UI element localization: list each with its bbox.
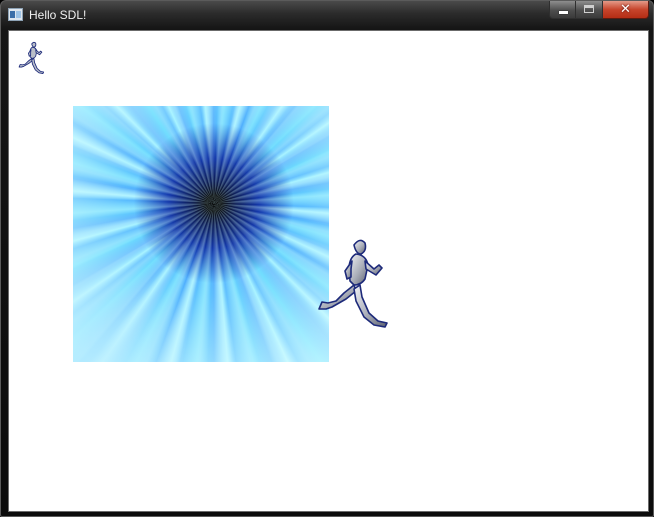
app-window: Hello SDL! ✕: [0, 0, 654, 517]
sdl-render-surface[interactable]: [8, 30, 649, 512]
close-icon: ✕: [620, 2, 631, 17]
maximize-button[interactable]: [576, 1, 603, 19]
swirl-texture-image: [73, 106, 329, 362]
minimize-button[interactable]: [549, 1, 576, 19]
maximize-icon: [584, 5, 594, 13]
minimize-icon: [559, 11, 568, 14]
caption-buttons: ✕: [549, 1, 649, 19]
close-button[interactable]: ✕: [603, 1, 649, 19]
title-bar[interactable]: Hello SDL! ✕: [1, 1, 654, 30]
window-title: Hello SDL!: [29, 8, 87, 22]
app-icon[interactable]: [8, 8, 23, 21]
running-man-small-icon: [18, 41, 44, 74]
running-man-large-icon: [318, 239, 388, 328]
